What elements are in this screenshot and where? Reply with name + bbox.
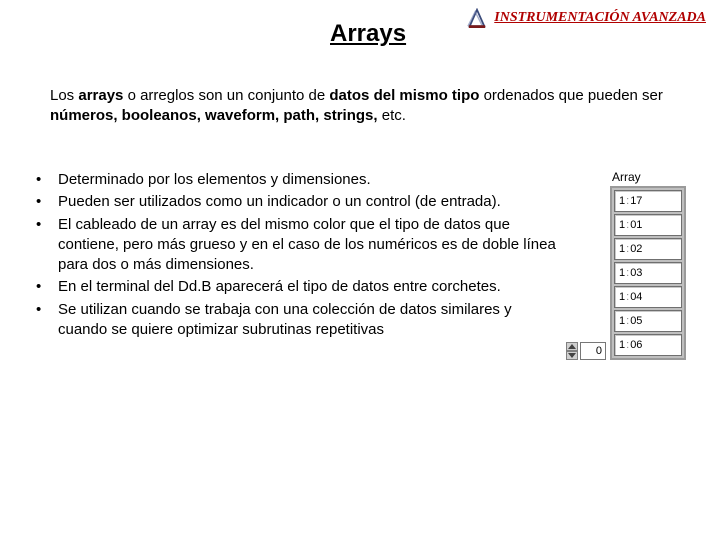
bullet-text: En el terminal del Dd.B aparecerá el tip…: [58, 277, 556, 297]
list-item: • Pueden ser utilizados como un indicado…: [30, 192, 556, 212]
list-item: • En el terminal del Dd.B aparecerá el t…: [30, 277, 556, 297]
cell-min: 03: [630, 267, 642, 279]
list-item: • Determinado por los elementos y dimens…: [30, 170, 556, 190]
cell-hour: 1: [619, 291, 625, 303]
spinner-down-icon[interactable]: [566, 351, 578, 360]
bullet-text: Se utilizan cuando se trabaja con una co…: [58, 300, 556, 341]
bullet-list: • Determinado por los elementos y dimens…: [30, 170, 556, 364]
cell-hour: 1: [619, 243, 625, 255]
array-cell[interactable]: 1:01: [614, 214, 682, 236]
intro-bold-tipos: números, booleanos, waveform, path, stri…: [50, 107, 378, 124]
array-cell[interactable]: 1:04: [614, 286, 682, 308]
intro-paragraph: Los arrays o arreglos son un conjunto de…: [50, 86, 680, 127]
bullet-icon: •: [30, 170, 58, 190]
cell-hour: 1: [619, 219, 625, 231]
cell-min: 17: [630, 195, 642, 207]
array-frame: 1:17 1:01 1:02 1:03 1:04: [610, 186, 686, 360]
bullet-text: El cableado de un array es del mismo col…: [58, 215, 556, 276]
array-label: Array: [612, 170, 686, 184]
content-row: • Determinado por los elementos y dimens…: [30, 170, 702, 364]
array-cell[interactable]: 1:06: [614, 334, 682, 356]
header: INSTRUMENTACIÓN AVANZADA: [466, 8, 706, 28]
cell-hour: 1: [619, 315, 625, 327]
array-cell[interactable]: 1:05: [614, 310, 682, 332]
array-cell[interactable]: 1:02: [614, 238, 682, 260]
cell-min: 04: [630, 291, 642, 303]
bullet-icon: •: [30, 277, 58, 297]
labview-array-control: 0 Array 1:17 1:01 1:02: [566, 170, 702, 364]
intro-bold-datos: datos del mismo tipo: [329, 87, 479, 104]
intro-text: o arreglos son un conjunto de: [123, 87, 329, 104]
cell-min: 01: [630, 219, 642, 231]
array-cell[interactable]: 1:17: [614, 190, 682, 212]
intro-text: ordenados que pueden ser: [479, 87, 662, 104]
spinner-up-icon[interactable]: [566, 342, 578, 351]
intro-bold-arrays: arrays: [78, 87, 123, 104]
bullet-icon: •: [30, 192, 58, 212]
list-item: • Se utilizan cuando se trabaja con una …: [30, 300, 556, 341]
cell-min: 02: [630, 243, 642, 255]
intro-text: Los: [50, 87, 78, 104]
course-title: INSTRUMENTACIÓN AVANZADA: [494, 10, 706, 26]
bullet-icon: •: [30, 300, 58, 341]
cell-hour: 1: [619, 195, 625, 207]
index-control[interactable]: 0: [566, 342, 606, 360]
logo-icon: [466, 8, 488, 28]
page-title: Arrays: [330, 20, 406, 48]
bullet-icon: •: [30, 215, 58, 276]
cell-hour: 1: [619, 339, 625, 351]
cell-min: 05: [630, 315, 642, 327]
index-value[interactable]: 0: [580, 342, 606, 360]
bullet-text: Pueden ser utilizados como un indicador …: [58, 192, 556, 212]
intro-text: etc.: [378, 107, 406, 124]
bullet-text: Determinado por los elementos y dimensio…: [58, 170, 556, 190]
cell-hour: 1: [619, 267, 625, 279]
index-spinner[interactable]: [566, 342, 578, 360]
cell-min: 06: [630, 339, 642, 351]
array-cell[interactable]: 1:03: [614, 262, 682, 284]
list-item: • El cableado de un array es del mismo c…: [30, 215, 556, 276]
